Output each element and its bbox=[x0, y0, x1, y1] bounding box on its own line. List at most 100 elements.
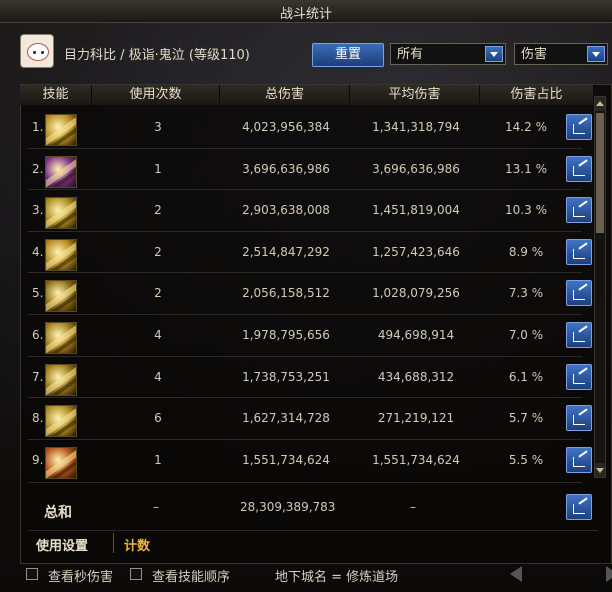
row-uses: 4 bbox=[154, 369, 162, 384]
chevron-down-icon[interactable] bbox=[485, 46, 503, 62]
tab-count[interactable]: 计数 bbox=[124, 535, 150, 554]
table-row: 6. 4 1,978,795,656 494,698,914 7.0 % bbox=[20, 316, 594, 358]
divider bbox=[28, 482, 582, 483]
row-uses: 1 bbox=[154, 452, 162, 467]
row-damage-share: 13.1 % bbox=[505, 161, 547, 176]
share-button[interactable] bbox=[566, 405, 592, 432]
chevron-down-icon[interactable] bbox=[587, 46, 605, 62]
table-row: 3. 2 2,903,638,008 1,451,819,004 10.3 % bbox=[20, 191, 594, 233]
row-total-damage: 2,514,847,292 bbox=[242, 244, 330, 259]
row-damage-share: 8.9 % bbox=[508, 244, 544, 259]
row-uses: 6 bbox=[154, 411, 162, 426]
row-average-damage: 434,688,312 bbox=[377, 369, 455, 384]
share-button[interactable] bbox=[566, 155, 592, 182]
row-rank: 8. bbox=[32, 411, 44, 426]
next-page-icon[interactable] bbox=[606, 566, 612, 582]
table-header: 技能 使用次数 总伤害 平均伤害 伤害占比 bbox=[20, 85, 594, 105]
divider bbox=[28, 355, 582, 357]
prev-page-icon[interactable] bbox=[510, 566, 522, 582]
per-second-label: 查看秒伤害 bbox=[48, 570, 114, 585]
row-total-damage: 2,903,638,008 bbox=[242, 203, 330, 218]
skill-icon[interactable] bbox=[45, 446, 77, 479]
skill-icon[interactable] bbox=[45, 280, 77, 313]
row-average-damage: 3,696,636,986 bbox=[372, 161, 460, 176]
share-icon bbox=[573, 373, 585, 384]
share-button[interactable] bbox=[566, 280, 592, 307]
table-row: 2. 1 3,696,636,986 3,696,636,986 13.1 % bbox=[20, 150, 594, 192]
share-icon bbox=[573, 332, 585, 342]
metric-select[interactable]: 伤害 bbox=[514, 43, 608, 65]
row-rank: 7. bbox=[32, 369, 44, 384]
row-uses: 2 bbox=[154, 244, 162, 259]
title-bar[interactable]: 战斗统计 bbox=[0, 0, 612, 23]
share-button[interactable] bbox=[566, 446, 592, 473]
row-rank: 6. bbox=[32, 328, 44, 342]
skill-icon[interactable] bbox=[45, 322, 77, 354]
share-icon bbox=[573, 415, 585, 426]
scroll-up-icon[interactable] bbox=[595, 97, 605, 111]
row-rank: 1. bbox=[32, 120, 44, 134]
share-button[interactable] bbox=[566, 494, 592, 520]
header-skill: 技能 bbox=[20, 85, 92, 105]
row-average-damage: 271,219,121 bbox=[377, 411, 455, 426]
scroll-thumb[interactable] bbox=[596, 113, 604, 233]
row-damage-share: 7.3 % bbox=[508, 286, 544, 301]
divider bbox=[28, 189, 582, 191]
share-icon bbox=[573, 207, 585, 218]
divider bbox=[28, 314, 582, 315]
share-icon bbox=[573, 456, 585, 467]
divider bbox=[28, 397, 582, 399]
reset-button[interactable]: 重置 bbox=[312, 43, 384, 67]
row-rank: 9. bbox=[32, 452, 44, 467]
row-average-damage: 1,028,079,256 bbox=[372, 286, 460, 301]
share-button[interactable] bbox=[566, 197, 592, 224]
skill-order-checkbox[interactable] bbox=[130, 568, 142, 580]
row-uses: 1 bbox=[154, 161, 162, 176]
row-average-damage: 1,551,734,624 bbox=[372, 452, 460, 467]
header-total: 总伤害 bbox=[220, 85, 350, 105]
per-second-checkbox[interactable] bbox=[26, 568, 38, 580]
tab-usage-settings[interactable]: 使用设置 bbox=[36, 535, 88, 554]
skill-icon[interactable] bbox=[45, 405, 77, 438]
skill-icon[interactable] bbox=[45, 197, 77, 230]
total-average: – bbox=[410, 500, 416, 514]
filter-select[interactable]: 所有 bbox=[390, 43, 506, 65]
share-button[interactable] bbox=[566, 363, 592, 390]
scrollbar[interactable] bbox=[594, 96, 606, 478]
row-total-damage: 3,696,636,986 bbox=[242, 161, 330, 176]
avatar bbox=[20, 34, 54, 68]
row-total-damage: 2,056,158,512 bbox=[242, 286, 330, 301]
share-icon bbox=[573, 248, 585, 259]
total-row: 总和 – 28,309,389,783 – bbox=[20, 488, 594, 528]
row-damage-share: 5.5 % bbox=[508, 452, 544, 467]
window-title: 战斗统计 bbox=[279, 7, 332, 22]
share-button[interactable] bbox=[566, 114, 592, 140]
row-total-damage: 1,738,753,251 bbox=[242, 369, 330, 384]
header-share: 伤害占比 bbox=[480, 85, 594, 105]
row-damage-share: 6.1 % bbox=[508, 369, 544, 384]
row-total-damage: 1,627,314,728 bbox=[242, 411, 330, 426]
skill-icon[interactable] bbox=[45, 114, 77, 146]
share-button[interactable] bbox=[566, 238, 592, 265]
bottom-bar: 查看秒伤害 查看技能顺序 地下城名 = 修炼道场 bbox=[20, 564, 612, 588]
row-uses: 2 bbox=[154, 286, 162, 301]
header-avg: 平均伤害 bbox=[350, 85, 480, 105]
table-row: 7. 4 1,738,753,251 434,688,312 6.1 % bbox=[20, 358, 594, 400]
tab-bar: 使用设置 计数 bbox=[28, 530, 598, 557]
skill-icon[interactable] bbox=[45, 363, 77, 396]
row-total-damage: 1,978,795,656 bbox=[242, 328, 330, 342]
filter-select-value: 所有 bbox=[397, 47, 424, 62]
row-total-damage: 4,023,956,384 bbox=[242, 120, 330, 134]
scroll-down-icon[interactable] bbox=[595, 463, 605, 477]
share-icon bbox=[573, 504, 585, 514]
share-button[interactable] bbox=[566, 322, 592, 348]
skill-icon[interactable] bbox=[45, 155, 77, 188]
row-average-damage: 1,341,318,794 bbox=[372, 120, 460, 134]
divider bbox=[28, 230, 582, 232]
skill-icon[interactable] bbox=[45, 238, 77, 271]
row-rank: 4. bbox=[32, 244, 44, 259]
row-uses: 2 bbox=[154, 203, 162, 218]
table-row: 5. 2 2,056,158,512 1,028,079,256 7.3 % bbox=[20, 274, 594, 316]
row-total-damage: 1,551,734,624 bbox=[242, 452, 330, 467]
row-damage-share: 14.2 % bbox=[505, 120, 547, 134]
